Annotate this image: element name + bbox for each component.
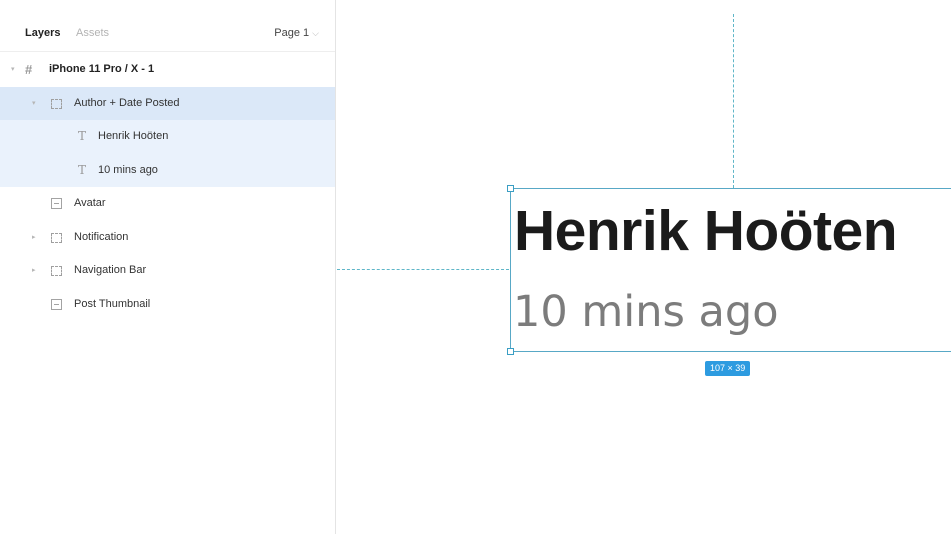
- layer-label: Avatar: [74, 197, 106, 209]
- layer-label: 10 mins ago: [98, 163, 158, 176]
- caret-down-icon[interactable]: ▾: [32, 87, 36, 121]
- text-t-icon: T: [78, 162, 87, 177]
- layer-group-notification[interactable]: ▸ Notification: [0, 221, 335, 255]
- selection-box[interactable]: Henrik Hoöten 10 mins ago: [507, 185, 951, 355]
- resize-handle-top-left[interactable]: [507, 185, 514, 192]
- caret-down-icon[interactable]: ▾: [11, 53, 15, 87]
- page-selector-label: Page 1: [274, 27, 310, 39]
- resize-handle-bottom-left[interactable]: [507, 348, 514, 355]
- frame-hash-icon: #: [25, 62, 33, 77]
- tab-layers[interactable]: Layers: [25, 26, 60, 40]
- layer-label: Henrik Hoöten: [98, 130, 169, 142]
- image-icon: [51, 288, 62, 322]
- chevron-down-icon: ⌵: [312, 28, 319, 38]
- page-selector[interactable]: Page 1 ⌵: [274, 26, 319, 40]
- layer-label: iPhone 11 Pro / X - 1: [49, 63, 155, 75]
- design-canvas[interactable]: Henrik Hoöten 10 mins ago 107 × 39: [337, 0, 951, 534]
- layer-group-navigation-bar[interactable]: ▸ Navigation Bar: [0, 254, 335, 288]
- author-name-text[interactable]: Henrik Hoöten: [514, 199, 898, 263]
- group-dashed-icon: [51, 254, 62, 288]
- panel-header: Layers Assets Page 1 ⌵: [0, 0, 335, 52]
- layer-list: ▾ # iPhone 11 Pro / X - 1 ▾ Author + Dat…: [0, 53, 335, 321]
- layers-panel: Layers Assets Page 1 ⌵ ▾ # iPhone 11 Pro …: [0, 0, 336, 534]
- layer-label: Notification: [74, 230, 129, 243]
- layer-post-thumbnail[interactable]: Post Thumbnail: [0, 288, 335, 322]
- layer-text-name[interactable]: T Henrik Hoöten: [0, 120, 335, 154]
- text-t-icon: T: [78, 129, 87, 143]
- post-time-text[interactable]: 10 mins ago: [513, 287, 779, 337]
- tab-assets[interactable]: Assets: [76, 26, 109, 40]
- image-icon: [51, 187, 62, 221]
- caret-right-icon[interactable]: ▸: [32, 254, 36, 288]
- group-dashed-icon: [51, 87, 62, 121]
- layer-label: Navigation Bar: [74, 264, 147, 276]
- layer-label: Author + Date Posted: [74, 96, 180, 109]
- layer-label: Post Thumbnail: [74, 297, 151, 310]
- horizontal-spacing-guide: [337, 269, 509, 270]
- layer-frame-iphone[interactable]: ▾ # iPhone 11 Pro / X - 1: [0, 53, 335, 87]
- caret-right-icon[interactable]: ▸: [32, 221, 36, 255]
- dimension-badge: 107 × 39: [705, 361, 751, 376]
- vertical-spacing-guide: [733, 14, 734, 188]
- layer-group-author-date[interactable]: ▾ Author + Date Posted: [0, 86, 335, 121]
- group-dashed-icon: [51, 221, 62, 255]
- layer-text-time[interactable]: T 10 mins ago: [0, 153, 335, 187]
- layer-avatar[interactable]: Avatar: [0, 187, 335, 221]
